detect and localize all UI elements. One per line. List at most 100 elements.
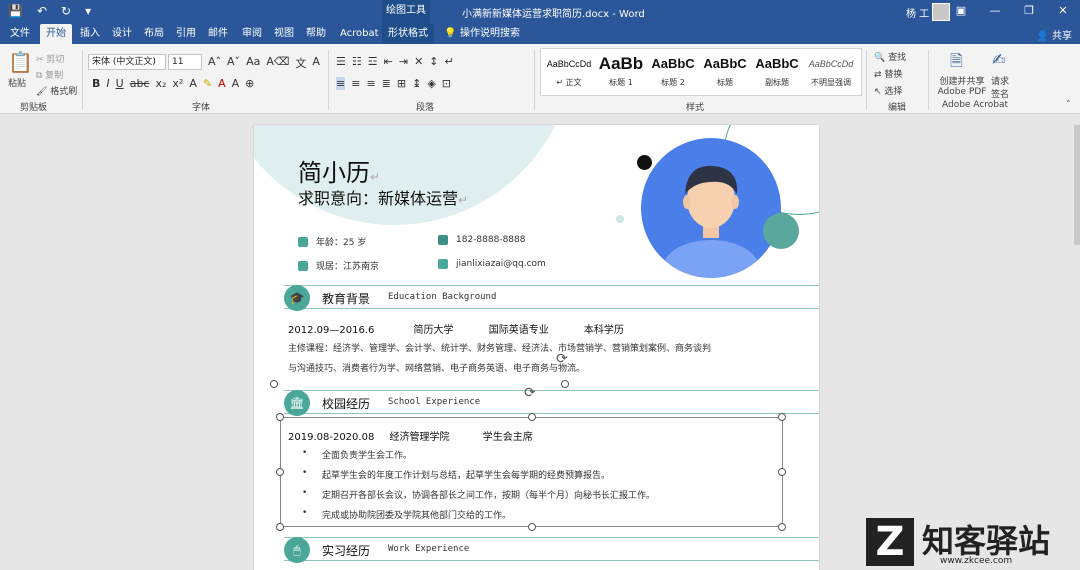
resize-handle[interactable] <box>276 413 284 421</box>
strikethrough-icon[interactable]: abc <box>130 77 150 90</box>
create-share-pdf-button[interactable]: 创建并共享 Adobe PDF <box>936 74 988 97</box>
italic-icon[interactable]: I <box>106 77 109 90</box>
superscript-icon[interactable]: x² <box>172 77 183 90</box>
phonetic-guide-icon[interactable]: 文 <box>295 55 306 71</box>
request-signature-button[interactable]: 请求 签名 <box>990 74 1010 100</box>
cut-button[interactable]: ✂ 剪切 <box>36 52 64 65</box>
share-button[interactable]: 👤 共享 <box>1036 27 1072 42</box>
profile-photo[interactable] <box>641 138 781 278</box>
bullets-icon[interactable]: ☰ <box>336 55 346 68</box>
style-subtle-emphasis[interactable]: AaBbCcDd 不明显强调 <box>803 51 859 88</box>
line-spacing-icon[interactable]: ↨ <box>412 77 421 90</box>
format-painter-button[interactable]: 🖌 格式刷 <box>36 84 77 97</box>
info-email[interactable]: jianlixiazai@qq.com <box>438 259 546 269</box>
replace-button[interactable]: ⇄ 替换 <box>874 67 902 80</box>
style-heading-2[interactable]: AaBbC 标题 2 <box>647 51 699 88</box>
increase-indent-icon[interactable]: ⇥ <box>399 55 408 68</box>
shading-icon[interactable]: ◈ <box>427 77 435 90</box>
tab-insert[interactable]: 插入 <box>74 24 106 44</box>
save-icon[interactable]: 💾 <box>8 4 23 18</box>
style-normal[interactable]: AaBbCcDd ↵ 正文 <box>543 51 595 88</box>
education-row[interactable]: 2012.09—2016.6 简历大学 国际英语专业 本科学历 <box>288 321 624 336</box>
style-title[interactable]: AaBbC 标题 <box>699 51 751 88</box>
align-center-icon[interactable]: ≡ <box>351 77 360 90</box>
resize-handle[interactable] <box>270 380 278 388</box>
align-right-icon[interactable]: ≡ <box>366 77 375 90</box>
grow-font-icon[interactable]: A˄ <box>208 55 221 71</box>
candidate-name[interactable]: 简小历↵ <box>298 153 380 188</box>
tab-shape-format[interactable]: 形状格式 <box>382 24 434 44</box>
style-subtitle[interactable]: AaBbC 副标题 <box>751 51 803 88</box>
customize-qat-icon[interactable]: ▾ <box>85 4 91 18</box>
minimize-button[interactable]: — <box>978 0 1012 24</box>
style-heading-1[interactable]: AaBb 标题 1 <box>595 51 647 88</box>
resize-handle[interactable] <box>528 523 536 531</box>
numbering-icon[interactable]: ☷ <box>352 55 362 68</box>
resize-handle[interactable] <box>778 523 786 531</box>
change-case-icon[interactable]: Aa <box>246 55 260 71</box>
tab-layout[interactable]: 布局 <box>138 24 170 44</box>
char-shading-icon[interactable]: A <box>232 77 240 90</box>
subscript-icon[interactable]: x₂ <box>155 77 166 90</box>
redo-icon[interactable]: ↻ <box>61 4 71 18</box>
tab-review[interactable]: 审阅 <box>236 24 268 44</box>
tab-help[interactable]: 帮助 <box>300 24 332 44</box>
text-effects-icon[interactable]: A <box>189 77 197 90</box>
rotate-handle-icon[interactable]: ⟳ <box>524 385 536 401</box>
shrink-font-icon[interactable]: A˅ <box>227 55 240 71</box>
resize-handle[interactable] <box>276 523 284 531</box>
job-intent[interactable]: 求职意向：新媒体运营↵ <box>298 185 468 209</box>
tab-home[interactable]: 开始 <box>40 24 72 44</box>
distribute-icon[interactable]: ⊞ <box>397 77 406 90</box>
edu-courses-line-2[interactable]: 与沟通技巧、消费者行为学、网络营销、电子商务英语、电子商务与物流。 <box>288 361 585 374</box>
work-section-header[interactable]: 🖱 实习经历 Work Experience <box>284 537 819 563</box>
tab-references[interactable]: 引用 <box>170 24 202 44</box>
clear-format-icon[interactable]: A⌫ <box>266 55 289 71</box>
decrease-indent-icon[interactable]: ⇤ <box>384 55 393 68</box>
bold-icon[interactable]: B <box>92 77 100 90</box>
align-left-icon[interactable]: ≡ <box>336 77 346 90</box>
request-sign-icon[interactable]: ✍ <box>992 50 1005 69</box>
resize-handle[interactable] <box>778 413 786 421</box>
user-name[interactable]: 杨 工 <box>906 5 929 20</box>
create-pdf-icon[interactable]: 🗎 <box>950 50 963 77</box>
font-color-icon[interactable]: A <box>218 77 226 90</box>
paste-icon[interactable]: 📋 <box>8 50 33 74</box>
char-border-icon[interactable]: A <box>312 55 320 71</box>
info-age[interactable]: 年龄：25 岁 <box>298 235 366 248</box>
copy-button[interactable]: ⧉ 复制 <box>36 68 63 81</box>
document-page[interactable]: 简小历↵ 求职意向：新媒体运营↵ 年龄：25 岁 182-8888-8888 现… <box>254 125 819 570</box>
resize-handle[interactable] <box>528 413 536 421</box>
edu-courses-line-1[interactable]: 主修课程：经济学、管理学、会计学、统计学、财务管理、经济法、市场营销学、营销策划… <box>288 341 711 354</box>
info-location[interactable]: 现居：江苏南京 <box>298 259 379 272</box>
selected-text-box[interactable] <box>280 417 783 527</box>
underline-icon[interactable]: U <box>116 77 124 90</box>
sort-icon[interactable]: ↕ <box>429 55 438 68</box>
resize-handle[interactable] <box>778 468 786 476</box>
multilevel-list-icon[interactable]: ☲ <box>368 55 378 68</box>
borders-icon[interactable]: ⊡ <box>442 77 451 90</box>
tab-design[interactable]: 设计 <box>106 24 138 44</box>
tab-mailings[interactable]: 邮件 <box>202 24 234 44</box>
tab-file[interactable]: 文件 <box>4 24 36 44</box>
tab-view[interactable]: 视图 <box>268 24 300 44</box>
tell-me-search[interactable]: 操作说明搜索 <box>454 24 526 44</box>
resize-handle[interactable] <box>561 380 569 388</box>
justify-icon[interactable]: ≣ <box>382 77 391 90</box>
undo-icon[interactable]: ↶ <box>37 4 47 18</box>
info-phone[interactable]: 182-8888-8888 <box>438 235 525 245</box>
enclose-char-icon[interactable]: ⊕ <box>245 77 254 90</box>
education-section-header[interactable]: 🎓 教育背景 Education Background <box>284 285 819 311</box>
font-size-select[interactable]: 11 <box>168 54 202 70</box>
rotate-handle-icon[interactable]: ⟳ <box>556 351 568 367</box>
show-marks-icon[interactable]: ↵ <box>445 55 454 68</box>
find-button[interactable]: 🔍 查找 <box>874 50 906 63</box>
vertical-scrollbar[interactable] <box>1074 125 1080 245</box>
font-name-select[interactable]: 宋体 (中文正文) <box>88 54 166 70</box>
restore-button[interactable]: ❐ <box>1012 0 1046 24</box>
tab-acrobat[interactable]: Acrobat <box>334 24 385 44</box>
highlight-icon[interactable]: ✎ <box>203 77 212 90</box>
resize-handle[interactable] <box>276 468 284 476</box>
collapse-ribbon-icon[interactable]: ˄ <box>1066 100 1071 110</box>
close-button[interactable]: ✕ <box>1046 0 1080 24</box>
